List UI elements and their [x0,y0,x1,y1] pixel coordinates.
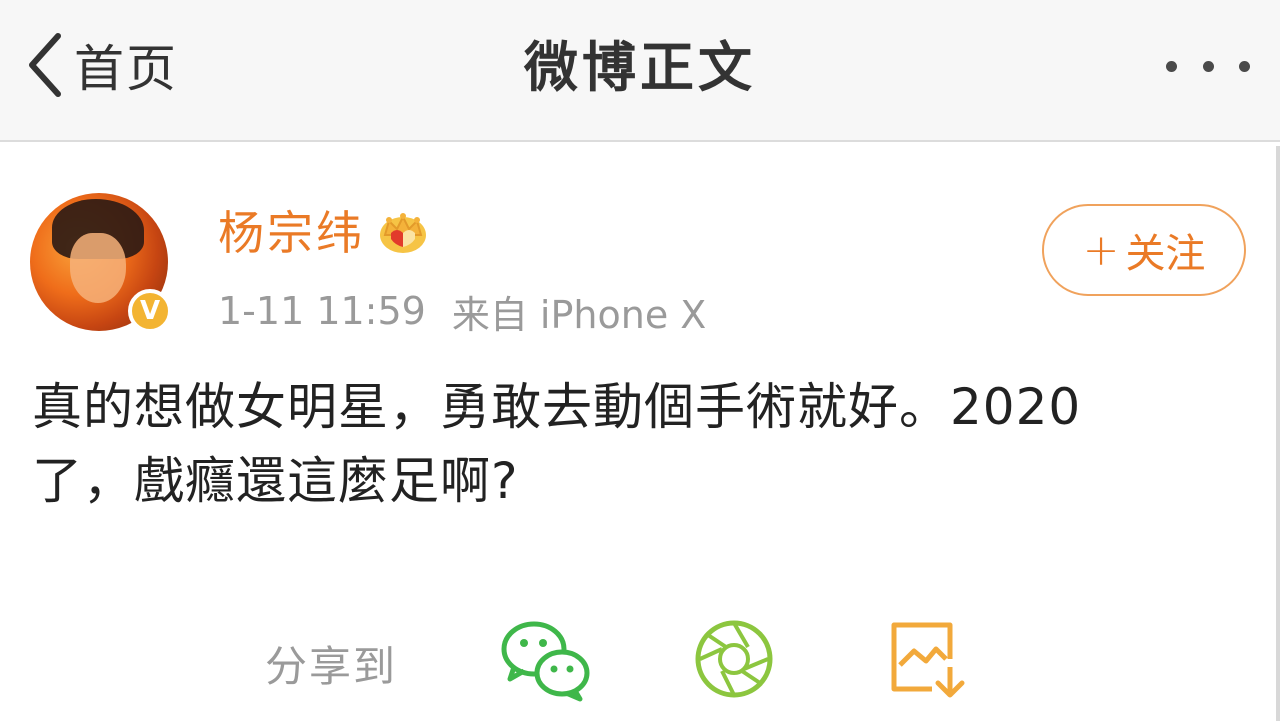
save-image-icon[interactable] [888,619,968,701]
avatar-face [70,233,126,303]
post-meta: 1-11 11:59 来自 iPhone X [218,286,707,337]
post-text-line: 了，戲癮還這麼足啊? [32,452,519,510]
more-dots-icon [1202,60,1214,72]
more-dots-icon [1166,60,1177,72]
follow-label: 关注 [1125,231,1206,277]
post-timestamp: 1-11 11:59 [218,289,426,333]
user-name-row: 杨宗纬 [218,198,429,262]
verified-v-icon: V [128,289,172,333]
plus-icon: + [1082,224,1120,276]
nav-bar: 首页 微博正文 [0,0,1280,142]
post-text-line: 真的想做女明星，勇敢去動個手術就好。2020 [32,378,1082,436]
crown-icon[interactable] [377,205,429,255]
more-dots-icon [1239,60,1250,72]
share-label: 分享到 [265,642,398,691]
follow-button[interactable]: + 关注 [1042,204,1246,296]
more-button[interactable] [1166,48,1250,84]
wechat-moments-icon[interactable] [692,617,776,701]
page-title: 微博正文 [524,36,756,99]
weibo-post-screen: 首页 微博正文 V 杨宗纬 1-11 11:59 来自 iPhone X + 关… [0,0,1280,721]
post-body: 真的想做女明星，勇敢去動個手術就好。2020 了，戲癮還這麼足啊? [32,370,1232,518]
post-source: 来自 iPhone X [451,292,707,337]
share-bar: 分享到 [0,615,1280,705]
wechat-icon[interactable] [500,619,592,703]
avatar[interactable]: V [30,193,175,338]
user-name[interactable]: 杨宗纬 [218,197,365,263]
